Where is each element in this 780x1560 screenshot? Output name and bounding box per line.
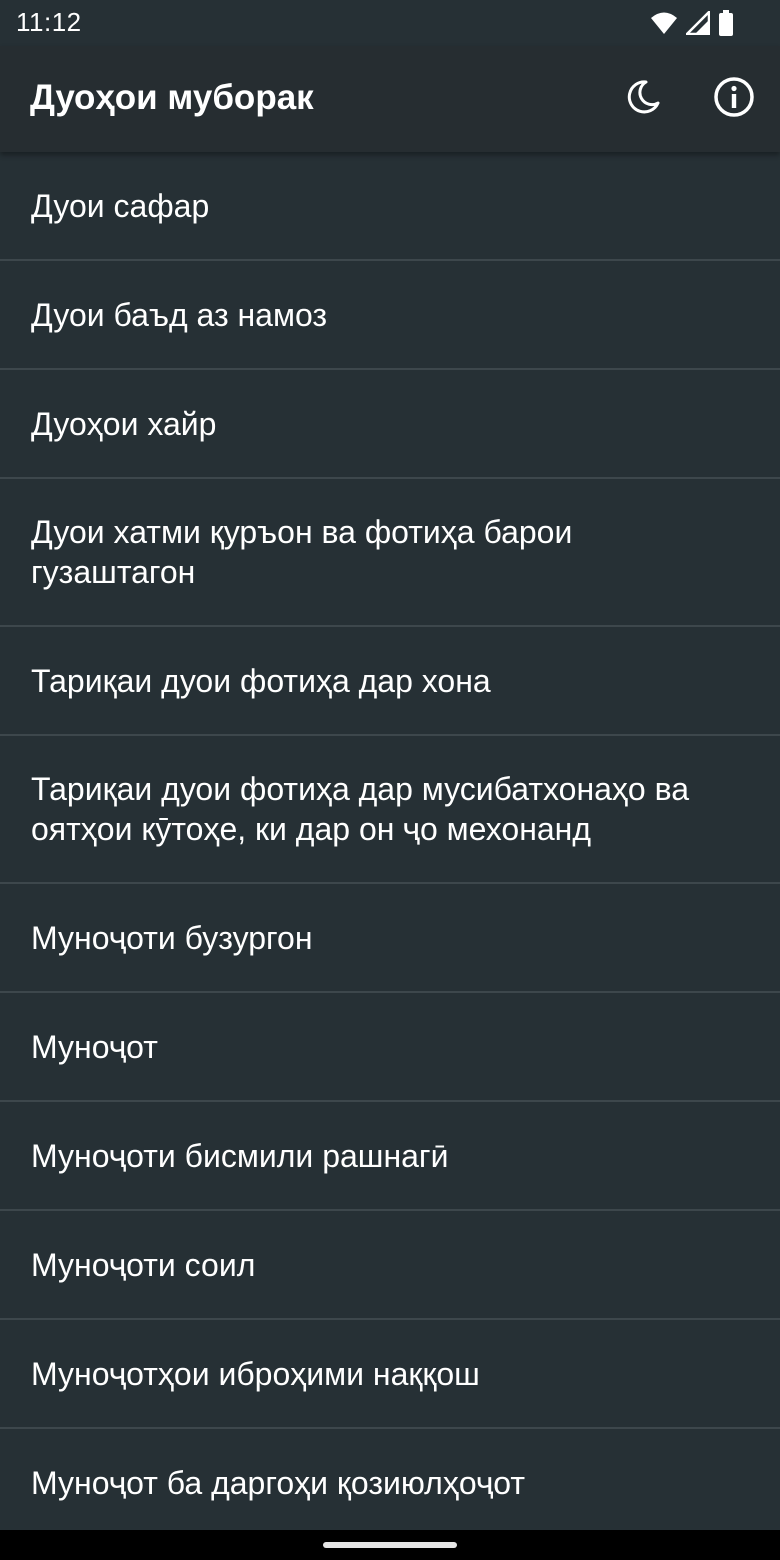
battery-icon (718, 10, 734, 41)
list-item[interactable]: Дуои сафар (0, 152, 780, 261)
info-icon (713, 76, 755, 123)
list-item-label: Дуои баъд аз намоз (31, 296, 328, 333)
home-gesture-handle[interactable] (323, 1542, 457, 1548)
wifi-icon (650, 10, 678, 41)
night-mode-button[interactable] (618, 74, 668, 124)
list-item[interactable]: Муноҷоти соил (0, 1211, 780, 1320)
status-time: 11:12 (16, 7, 82, 37)
list-item[interactable]: Муноҷот (0, 993, 780, 1102)
info-button[interactable] (709, 74, 759, 124)
list-item-label: Тариқаи дуои фотиҳа дар хона (31, 662, 491, 699)
list-item-label: Дуоҳои хайр (31, 405, 217, 442)
list-item-label: Муноҷоти бузургон (31, 919, 313, 956)
list-item-label: Муноҷот ба даргоҳи қозиюлҳоҷот (31, 1464, 526, 1501)
list-item[interactable]: Тариқаи дуои фотиҳа дар хона (0, 627, 780, 736)
list-item[interactable]: Муноҷотҳои иброҳими наққош (0, 1320, 780, 1429)
list-item-label: Муноҷотҳои иброҳими наққош (31, 1355, 480, 1392)
list-item[interactable]: Муноҷот ба даргоҳи қозиюлҳоҷот (0, 1429, 780, 1530)
night-mode-icon (624, 78, 662, 121)
navigation-bar (0, 1530, 780, 1560)
list-item-label: Муноҷоти бисмили рашнагӣ (31, 1137, 449, 1174)
list-item[interactable]: Муноҷоти бисмили рашнагӣ (0, 1102, 780, 1211)
list-item[interactable]: Тариқаи дуои фотиҳа дар мусибатхонаҳо ва… (0, 736, 780, 884)
list-item[interactable]: Дуоҳои хайр (0, 370, 780, 479)
list-item[interactable]: Дуои баъд аз намоз (0, 261, 780, 370)
list-item-label: Тариқаи дуои фотиҳа дар мусибатхонаҳо ва… (31, 771, 690, 847)
list-item-label: Дуои сафар (31, 187, 210, 224)
list-item-label: Муноҷот (31, 1028, 158, 1065)
status-icons (650, 8, 734, 41)
app-bar: Дуоҳои муборак (0, 46, 780, 152)
list-item-label: Муноҷоти соил (31, 1246, 256, 1283)
cellular-signal-icon (683, 8, 711, 40)
app-title: Дуоҳои муборак (30, 78, 314, 117)
status-bar: 11:12 (0, 0, 780, 46)
list-item[interactable]: Муноҷоти бузургон (0, 884, 780, 993)
list-item[interactable]: Дуои хатми қуръон ва фотиҳа барои гузашт… (0, 479, 780, 627)
prayer-list: Дуои сафар Дуои баъд аз намоз Дуоҳои хай… (0, 152, 780, 1530)
list-item-label: Дуои хатми қуръон ва фотиҳа барои гузашт… (31, 514, 573, 590)
